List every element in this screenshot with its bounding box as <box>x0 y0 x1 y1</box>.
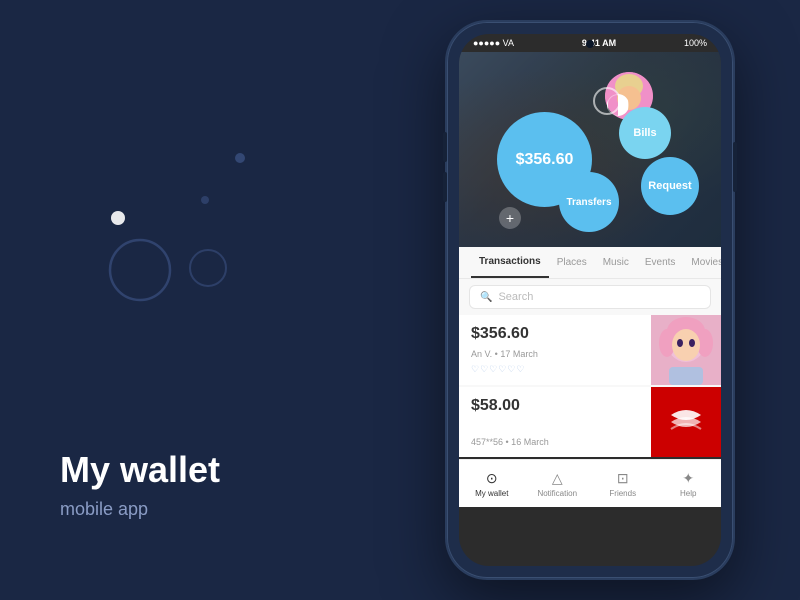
phone-screen: ●●●●● VA 9:41 AM 100% $356.60 <box>459 34 721 566</box>
transaction-info: $356.60 An V. • 17 March ♡♡♡♡♡♡ <box>459 315 651 385</box>
nav-notification[interactable]: △ Notification <box>525 470 591 498</box>
transaction-item[interactable]: $356.60 An V. • 17 March ♡♡♡♡♡♡ <box>459 315 721 385</box>
transaction-amount: $58.00 <box>471 397 639 415</box>
nav-friends-label: Friends <box>609 489 636 498</box>
tab-movies[interactable]: Movies <box>683 247 721 278</box>
left-panel: My wallet mobile app <box>0 0 380 600</box>
carrier-text: ●●●●● VA <box>473 38 514 48</box>
nav-my-wallet[interactable]: ⊙ My wallet <box>459 470 525 498</box>
tab-places[interactable]: Places <box>549 247 595 278</box>
transaction-meta: An V. • 17 March <box>471 349 639 359</box>
search-section: 🔍 Search <box>459 279 721 315</box>
bills-label: Bills <box>633 127 656 139</box>
request-bubble[interactable]: Request <box>641 157 699 215</box>
bottom-nav: ⊙ My wallet △ Notification ⊡ Friends ✦ H… <box>459 459 721 507</box>
bubbles-section: $356.60 <box>459 52 721 247</box>
search-bar[interactable]: 🔍 Search <box>469 285 711 309</box>
transfers-bubble[interactable]: Transfers <box>559 172 619 232</box>
balance-amount: $356.60 <box>516 151 574 169</box>
search-icon: 🔍 <box>480 292 492 303</box>
app-title: My wallet <box>60 448 320 491</box>
friends-icon: ⊡ <box>617 470 629 487</box>
notification-icon: △ <box>552 470 563 487</box>
app-subtitle: mobile app <box>60 499 320 520</box>
transaction-info: $58.00 457**56 • 16 March <box>459 387 651 457</box>
right-panel: ●●●●● VA 9:41 AM 100% $356.60 <box>380 0 800 600</box>
phone-device: ●●●●● VA 9:41 AM 100% $356.60 <box>445 20 735 580</box>
tab-music[interactable]: Music <box>595 247 637 278</box>
decorative-bubbles <box>50 80 310 340</box>
transaction-hearts: ♡♡♡♡♡♡ <box>471 364 639 375</box>
front-camera <box>586 40 594 48</box>
nav-help[interactable]: ✦ Help <box>656 470 722 498</box>
tab-events[interactable]: Events <box>637 247 684 278</box>
power-button <box>733 142 737 192</box>
vol-up-button <box>443 132 447 162</box>
add-button[interactable]: + <box>499 207 521 229</box>
request-label: Request <box>648 180 691 192</box>
half-circle-decoration <box>607 94 629 116</box>
transaction-amount: $356.60 <box>471 325 639 343</box>
nav-notification-label: Notification <box>537 489 577 498</box>
transfers-label: Transfers <box>566 197 611 208</box>
transaction-thumbnail <box>651 315 721 385</box>
transaction-bank-logo <box>651 387 721 457</box>
nav-friends[interactable]: ⊡ Friends <box>590 470 656 498</box>
help-icon: ✦ <box>682 470 694 487</box>
bills-bubble[interactable]: Bills <box>619 107 671 159</box>
nav-wallet-label: My wallet <box>475 489 508 498</box>
vol-down-button <box>443 172 447 202</box>
nav-help-label: Help <box>680 489 696 498</box>
transaction-meta: 457**56 • 16 March <box>471 437 639 447</box>
transactions-list: $356.60 An V. • 17 March ♡♡♡♡♡♡ <box>459 315 721 457</box>
transaction-item[interactable]: $58.00 457**56 • 16 March <box>459 387 721 457</box>
search-placeholder: Search <box>498 291 533 303</box>
tabs-bar: Transactions Places Music Events Movies <box>459 247 721 279</box>
tab-transactions[interactable]: Transactions <box>471 247 549 278</box>
wallet-icon: ⊙ <box>486 470 498 487</box>
battery-text: 100% <box>684 38 707 48</box>
